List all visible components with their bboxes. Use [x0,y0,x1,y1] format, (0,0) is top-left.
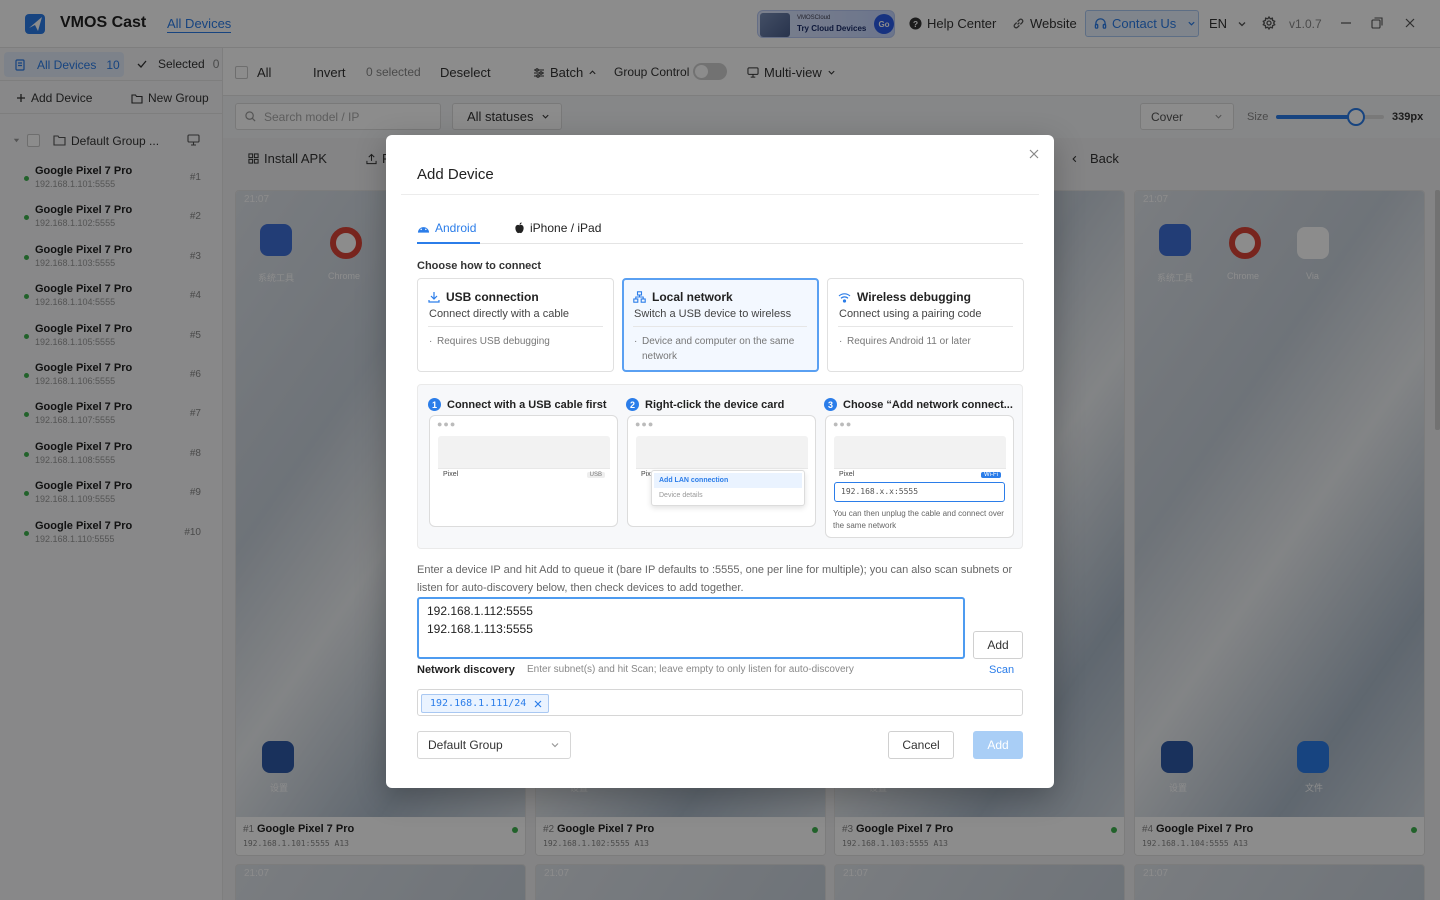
remove-tag-icon[interactable] [534,700,542,708]
step-1-illustration: ●●● Pixel USB [429,415,618,527]
option-usb-connection[interactable]: USB connection Connect directly with a c… [417,278,614,372]
choose-connection-label: Choose how to connect [417,260,542,272]
chevron-down-icon [550,740,560,750]
step-3-illustration: ●●● Pixel Wi-Fi 192.168.x.x:5555 You can… [825,415,1014,538]
option-wireless-debugging[interactable]: Wireless debugging Connect using a pairi… [827,278,1024,372]
ip-instructions: Enter a device IP and hit Add to queue i… [417,564,1013,594]
step-title: Choose “Add network connect... [843,398,1013,411]
mock-device-label: Pixel [839,471,855,478]
ip-address-input[interactable] [417,597,965,659]
tab-android-label: Android [435,221,477,235]
divider [401,194,1039,195]
option-title-label: Local network [652,290,733,304]
option-title-label: USB connection [446,290,539,304]
option-note: Requires Android 11 or later [839,334,1009,349]
option-title: Local network [633,290,733,304]
subnet-input[interactable]: 192.168.1.111/24 [417,689,1023,716]
dialog-title: Add Device [417,166,494,183]
step-1: 1 Connect with a USB cable first [428,398,607,411]
step-2: 2 Right-click the device card [626,398,784,411]
tab-divider [417,243,1023,244]
step-number: 2 [626,398,639,411]
mock-device-label: Pix [641,471,651,478]
mock-device-bar: Pixel USB [438,468,610,482]
network-icon [633,291,646,303]
option-local-network[interactable]: Local network Switch a USB device to wir… [622,278,819,372]
add-device-dialog: Add Device Android iPhone / iPad Choose … [386,135,1054,788]
step-number: 1 [428,398,441,411]
step-number: 3 [824,398,837,411]
network-discovery-hint: Enter subnet(s) and hit Scan; leave empt… [527,664,854,675]
mock-menu-details: Device details [659,492,703,499]
tab-iphone-label: iPhone / iPad [530,221,602,235]
subnet-tag: 192.168.1.111/24 [421,694,550,713]
mock-note: You can then unplug the cable and connec… [833,509,1004,530]
tab-android[interactable]: Android [417,221,476,235]
mock-device-label: Pixel [443,471,459,478]
apple-icon [514,222,525,234]
mock-device-bar: Pixel Wi-Fi [834,468,1006,482]
window-dots: ●●● [635,419,655,429]
close-icon[interactable] [1028,148,1040,160]
step-3: 3 Choose “Add network connect... [824,398,1013,411]
option-title: Wireless debugging [838,290,971,304]
group-select[interactable]: Default Group [417,731,571,759]
option-title: USB connection [428,290,539,304]
steps-panel: 1 Connect with a USB cable first 2 Right… [417,384,1023,549]
divider [428,326,603,327]
queue-add-button[interactable]: Add [973,631,1023,659]
option-subtitle: Connect using a pairing code [839,308,982,320]
option-title-label: Wireless debugging [857,290,971,304]
subnet-tag-label: 192.168.1.111/24 [430,698,527,709]
option-subtitle: Switch a USB device to wireless [634,308,792,320]
cancel-button[interactable]: Cancel [888,731,954,759]
group-select-value: Default Group [428,738,503,752]
window-dots: ●●● [437,419,457,429]
divider [633,326,807,327]
scan-button[interactable]: Scan [989,664,1014,676]
window-dots: ●●● [833,419,853,429]
add-button[interactable]: Add [973,731,1023,759]
tab-active-indicator [417,242,480,244]
option-note: Device and computer on the same network [634,334,803,364]
mock-menu-add-lan: Add LAN connection [654,473,802,488]
tab-iphone-ipad[interactable]: iPhone / iPad [514,221,601,235]
network-discovery-label: Network discovery [417,664,515,676]
wifi-icon [838,292,851,303]
download-icon [428,291,440,303]
wifi-tag: Wi-Fi [981,472,1001,478]
android-icon [417,224,430,233]
step-title: Connect with a USB cable first [447,398,607,411]
usb-tag: USB [586,472,605,478]
option-note: Requires USB debugging [429,334,599,349]
mock-context-menu: Add LAN connection Device details [651,470,805,506]
step-title: Right-click the device card [645,398,785,411]
option-subtitle: Connect directly with a cable [429,308,570,320]
step-2-illustration: ●●● Pix Add LAN connection Device detail… [627,415,816,527]
divider [838,326,1013,327]
mock-ip-field: 192.168.x.x:5555 [834,482,1005,502]
